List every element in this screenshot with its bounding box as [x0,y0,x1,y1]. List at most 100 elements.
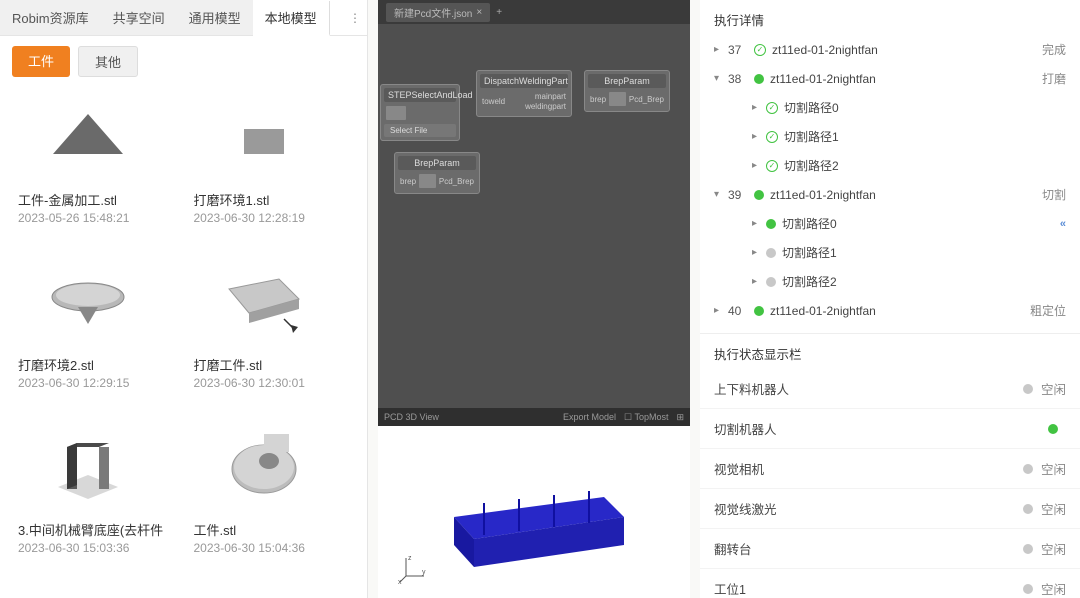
status-value: 空闲 [1041,499,1066,518]
model-name: 打磨环境2.stl [18,355,168,374]
model-thumbnail [194,256,334,351]
model-grid: 工件-金属加工.stl 2023-05-26 15:48:21 打磨环境1.st… [0,87,367,598]
viewport-label: PCD 3D View [384,412,439,422]
status-bar-section: 执行状态显示栏 上下料机器人 空闲切割机器人 视觉相机 空闲视觉线激光 空闲翻转… [700,333,1080,598]
exec-subitem-name: 切割路径2 [782,273,1066,290]
node-dispatch-welding[interactable]: DispatchWeldingPart toweld mainpart weld… [476,70,572,117]
exec-subitem-row[interactable]: ▸ 切割路径1 [706,238,1074,267]
model-timestamp: 2023-06-30 12:30:01 [194,376,350,390]
status-value: 空闲 [1041,539,1066,558]
exec-item-row[interactable]: ▸ 40 zt11ed-01-2nightfan 粗定位 [706,296,1074,325]
port-label: brep [590,95,606,104]
check-icon: ✓ [766,102,778,114]
exec-item-name: zt11ed-01-2nightfan [772,43,1036,57]
tab-shared-space[interactable]: 共享空间 [101,0,177,35]
model-name: 3.中间机械臂底座(去杆件 [18,520,168,539]
exec-item-name: zt11ed-01-2nightfan [770,304,1024,318]
model-card[interactable]: 打磨工件.stl 2023-06-30 12:30:01 [194,256,350,413]
model-card[interactable]: 打磨环境2.stl 2023-06-30 12:29:15 [18,256,174,413]
caret-icon: ▸ [752,102,760,113]
node-title: STEPSelectAndLoad [384,88,456,102]
model-name: 打磨环境1.stl [194,190,344,209]
exec-item-row[interactable]: ▾ 39 zt11ed-01-2nightfan 切割 [706,180,1074,209]
model-source-tabs: Robim资源库 共享空间 通用模型 本地模型 ⋮ [0,0,367,36]
select-file-button[interactable]: Select File [384,124,456,137]
model-card[interactable]: 3.中间机械臂底座(去杆件 2023-06-30 15:03:36 [18,421,174,578]
caret-icon: ▾ [714,189,722,200]
port-label: Pcd_Brep [629,95,664,104]
port-label: brep [400,177,416,186]
status-label: 切割机器人 [714,419,1048,438]
exec-item-row[interactable]: ▾ 38 zt11ed-01-2nightfan 打磨 [706,64,1074,93]
node-brep-param[interactable]: BrepParam brep Pcd_Brep [584,70,670,112]
exec-subitem-name: 切割路径1 [782,244,1066,261]
status-dot-icon [754,190,764,200]
model-timestamp: 2023-06-30 12:29:15 [18,376,174,390]
node-brep-param[interactable]: BrepParam brep Pcd_Brep [394,152,480,194]
status-dot-icon [1048,424,1058,434]
exec-subitem-row[interactable]: ▸ ✓ 切割路径2 [706,151,1074,180]
axis-gizmo-icon: z y x [398,554,428,584]
exec-subitem-row[interactable]: ▸ ✓ 切割路径0 [706,93,1074,122]
status-bar-title: 执行状态显示栏 [700,334,1080,369]
viewport-controls-icon[interactable]: ⊞ [676,412,684,423]
model-thumbnail [18,421,158,516]
status-label: 翻转台 [714,539,1023,558]
port-label: mainpart [535,92,566,101]
check-icon: ✓ [754,44,766,56]
status-dot-icon [1023,464,1033,474]
exec-subitem-name: 切割路径1 [784,128,1066,145]
exec-item-row[interactable]: ▸ 37 ✓ zt11ed-01-2nightfan 完成 [706,35,1074,64]
node-step-select-load[interactable]: STEPSelectAndLoad Select File [380,84,460,141]
exec-subitem-name: 切割路径0 [784,99,1066,116]
topmost-toggle[interactable]: ☐ TopMost [624,412,668,423]
exec-item-name: zt11ed-01-2nightfan [770,72,1036,86]
editor-tab-label: 新建Pcd文件.json [394,5,472,20]
check-icon: ✓ [766,160,778,172]
model-card[interactable]: 打磨环境1.stl 2023-06-30 12:28:19 [194,91,350,248]
status-dot-icon [766,219,776,229]
model-timestamp: 2023-06-30 12:28:19 [194,211,350,225]
execution-list: ▸ 37 ✓ zt11ed-01-2nightfan 完成▾ 38 zt11ed… [700,35,1080,333]
caret-icon: ▸ [752,131,760,142]
port-label: Pcd_Brep [439,177,474,186]
exec-item-index: 39 [728,188,748,202]
status-dot-icon [766,248,776,258]
tab-robim-library[interactable]: Robim资源库 [0,0,101,35]
check-icon: ✓ [766,131,778,143]
exec-item-status: 切割 [1042,186,1066,203]
subtab-other[interactable]: 其他 [78,46,138,77]
tab-local-model[interactable]: 本地模型 [253,1,330,36]
exec-subitem-name: 切割路径2 [784,157,1066,174]
add-tab-icon[interactable]: + [496,7,502,18]
subtab-workpiece[interactable]: 工件 [12,46,70,77]
status-value: 空闲 [1041,579,1066,598]
caret-icon: ▸ [752,247,760,258]
exec-subitem-row[interactable]: ▸ 切割路径0 « [706,209,1074,238]
caret-icon: ▸ [714,305,722,316]
model-name: 工件.stl [194,520,344,539]
export-model-button[interactable]: Export Model [563,412,616,422]
model-card[interactable]: 工件.stl 2023-06-30 15:04:36 [194,421,350,578]
model-thumbnail [18,256,158,351]
editor-tab[interactable]: 新建Pcd文件.json × [386,3,490,22]
svg-text:z: z [408,555,412,562]
status-value: 空闲 [1041,459,1066,478]
tabs-overflow-icon[interactable]: ⋮ [343,0,367,35]
node-title: BrepParam [398,156,476,170]
close-icon[interactable]: × [476,7,482,18]
node-graph-canvas[interactable]: STEPSelectAndLoad Select File DispatchWe… [378,24,690,426]
model-card[interactable]: 工件-金属加工.stl 2023-05-26 15:48:21 [18,91,174,248]
model-thumbnail [194,91,334,186]
status-dot-icon [1023,504,1033,514]
exec-item-index: 40 [728,304,748,318]
exec-subitem-row[interactable]: ▸ ✓ 切割路径1 [706,122,1074,151]
model-timestamp: 2023-06-30 15:04:36 [194,541,350,555]
tab-generic-model[interactable]: 通用模型 [177,0,253,35]
status-dot-icon [754,74,764,84]
3d-viewport[interactable]: z y x [378,426,690,598]
status-dot-icon [1023,584,1033,594]
status-dot-icon [1023,544,1033,554]
exec-subitem-row[interactable]: ▸ 切割路径2 [706,267,1074,296]
exec-item-status: 打磨 [1042,70,1066,87]
